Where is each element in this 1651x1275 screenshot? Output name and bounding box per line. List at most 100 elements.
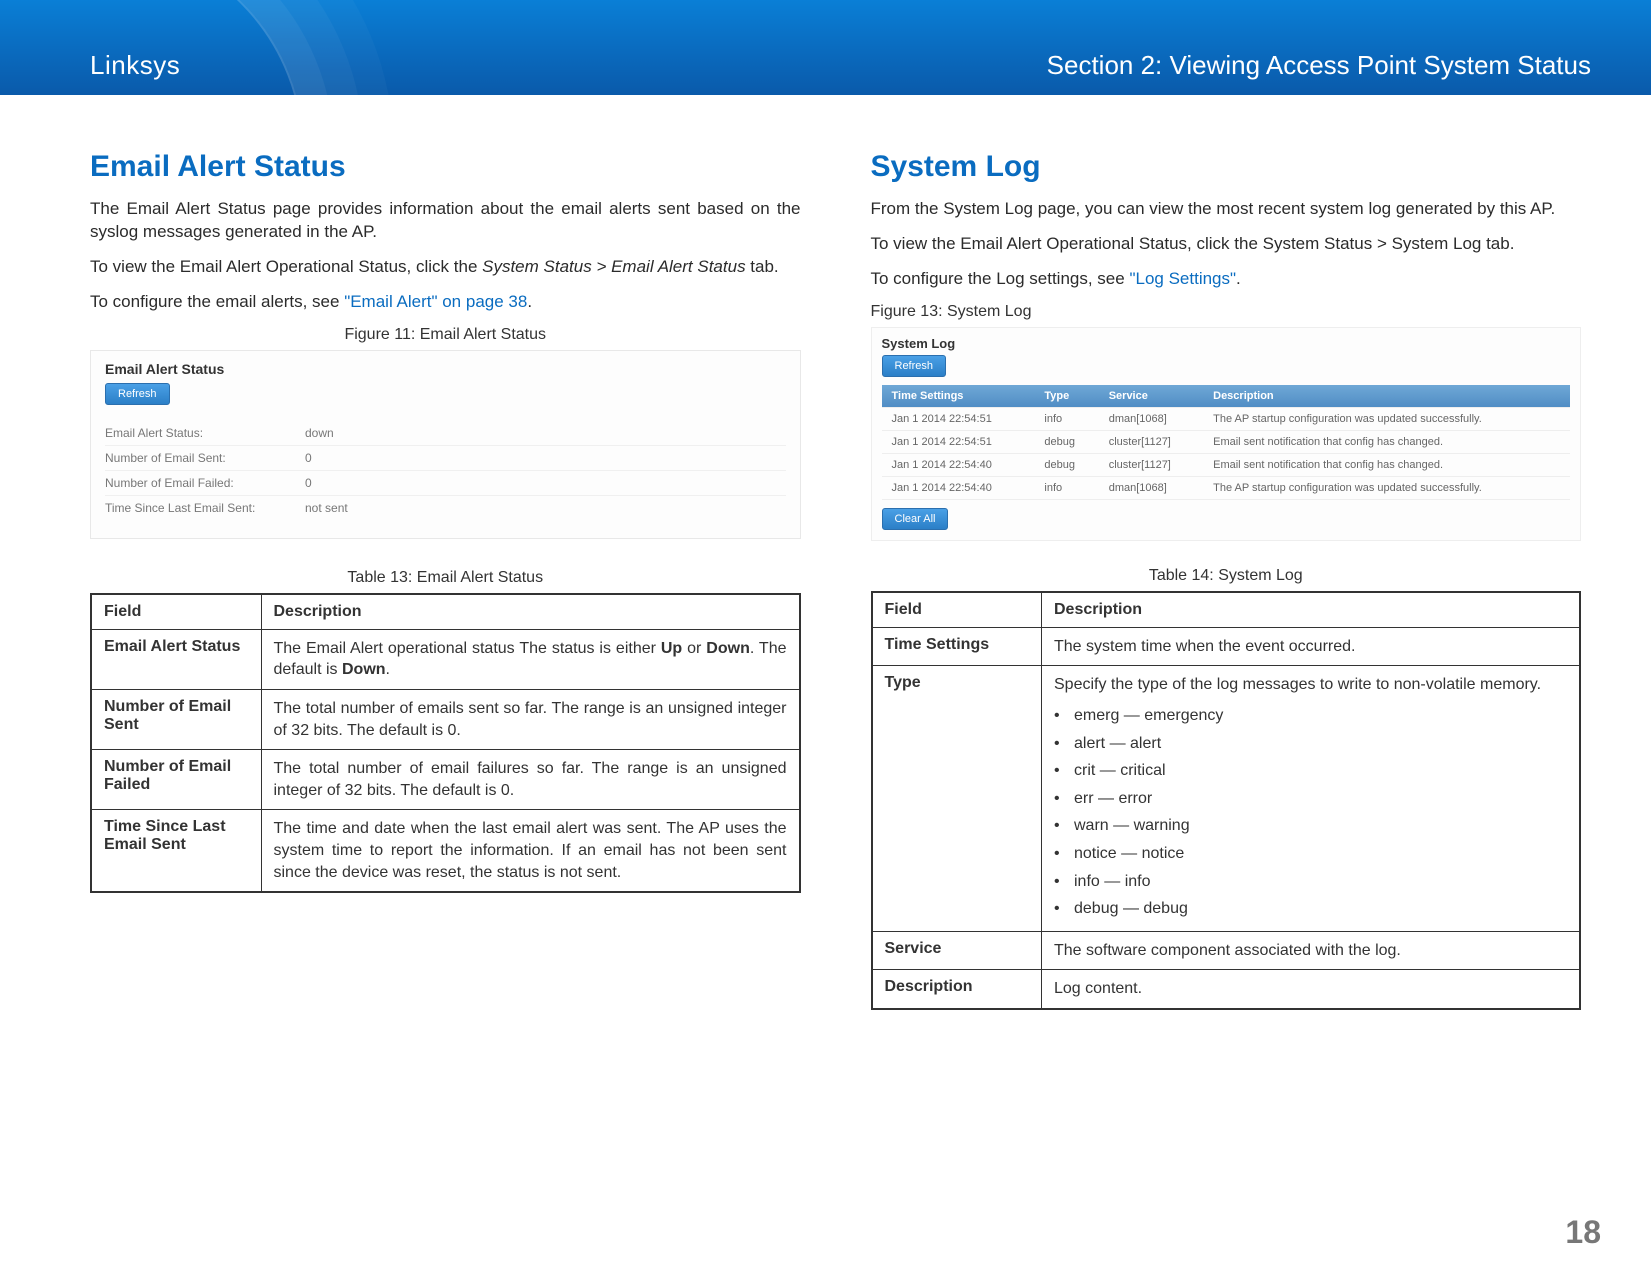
path-text: System Status > Email Alert Status xyxy=(482,257,745,276)
link-log-settings[interactable]: "Log Settings" xyxy=(1129,269,1236,288)
log-row: Jan 1 2014 22:54:40 debug cluster[1127] … xyxy=(882,453,1571,476)
page-header: Linksys Section 2: Viewing Access Point … xyxy=(0,0,1651,95)
page-number: 18 xyxy=(1565,1214,1601,1251)
cell-description: The time and date when the last email al… xyxy=(261,810,800,892)
cell-field: Description xyxy=(872,970,1042,1009)
table-caption: Table 13: Email Alert Status xyxy=(90,569,801,587)
figure-caption: Figure 11: Email Alert Status xyxy=(90,326,801,344)
table-row: Time Settings The system time when the e… xyxy=(872,627,1581,666)
cell-field: Type xyxy=(872,666,1042,931)
refresh-button[interactable]: Refresh xyxy=(105,383,170,405)
table-row: Number of Email Sent The total number of… xyxy=(91,689,800,749)
figure-caption: Figure 13: System Log xyxy=(871,303,1582,321)
cell-field: Time Settings xyxy=(872,627,1042,666)
list-item: info — info xyxy=(1054,868,1567,896)
cell-time: Jan 1 2014 22:54:40 xyxy=(882,476,1035,499)
figure-email-alert-status: Email Alert Status Refresh Email Alert S… xyxy=(90,350,801,539)
table-row: Service The software component associate… xyxy=(872,931,1581,970)
cell-time: Jan 1 2014 22:54:40 xyxy=(882,453,1035,476)
log-table: Time Settings Type Service Description J… xyxy=(882,385,1571,500)
text: The Email Alert operational status The s… xyxy=(274,640,661,657)
text: Specify the type of the log messages to … xyxy=(1054,676,1541,693)
paragraph: From the System Log page, you can view t… xyxy=(871,198,1582,221)
col-header-description: Description xyxy=(1203,385,1570,408)
log-row: Jan 1 2014 22:54:51 info dman[1068] The … xyxy=(882,407,1571,430)
text: or xyxy=(682,640,706,657)
cell-field: Number of Email Sent xyxy=(91,689,261,749)
cell-type: debug xyxy=(1034,453,1098,476)
text: . xyxy=(1236,269,1241,288)
status-row: Number of Email Failed: 0 xyxy=(105,470,786,495)
paragraph: To configure the email alerts, see "Emai… xyxy=(90,291,801,314)
col-header-description: Description xyxy=(261,594,800,630)
cell-type: debug xyxy=(1034,430,1098,453)
paragraph: To view the Email Alert Operational Stat… xyxy=(90,256,801,279)
value: 0 xyxy=(305,476,312,490)
text: To configure the email alerts, see xyxy=(90,292,344,311)
col-header-time: Time Settings xyxy=(882,385,1035,408)
col-header-field: Field xyxy=(91,594,261,630)
table-row: Description Log content. xyxy=(872,970,1581,1009)
cell-field: Service xyxy=(872,931,1042,970)
log-row: Jan 1 2014 22:54:51 debug cluster[1127] … xyxy=(882,430,1571,453)
col-header-type: Type xyxy=(1034,385,1098,408)
list-item: alert — alert xyxy=(1054,730,1567,758)
cell-description: Log content. xyxy=(1042,970,1581,1009)
cell-field: Email Alert Status xyxy=(91,629,261,689)
link-email-alert-page38[interactable]: "Email Alert" on page 38 xyxy=(344,292,527,311)
cell-service: cluster[1127] xyxy=(1099,430,1203,453)
cell-desc: Email sent notification that config has … xyxy=(1203,430,1570,453)
text: . xyxy=(386,661,390,678)
cell-type: info xyxy=(1034,476,1098,499)
figure-title: Email Alert Status xyxy=(105,361,786,377)
list-item: debug — debug xyxy=(1054,895,1567,923)
label: Number of Email Failed: xyxy=(105,476,285,490)
paragraph: To view the Email Alert Operational Stat… xyxy=(871,233,1582,256)
table-caption: Table 14: System Log xyxy=(871,567,1582,585)
type-list: emerg — emergency alert — alert crit — c… xyxy=(1054,702,1567,923)
label: Number of Email Sent: xyxy=(105,451,285,465)
list-item: emerg — emergency xyxy=(1054,702,1567,730)
table-email-alert-status: Field Description Email Alert Status The… xyxy=(90,593,801,893)
cell-description: Specify the type of the log messages to … xyxy=(1042,666,1581,931)
cell-service: dman[1068] xyxy=(1099,476,1203,499)
paragraph: To configure the Log settings, see "Log … xyxy=(871,268,1582,291)
text: . xyxy=(527,292,532,311)
figure-system-log: System Log Refresh Time Settings Type Se… xyxy=(871,327,1582,541)
list-item: crit — critical xyxy=(1054,757,1567,785)
paragraph: The Email Alert Status page provides inf… xyxy=(90,198,801,244)
cell-desc: The AP startup configuration was updated… xyxy=(1203,407,1570,430)
section-title: Section 2: Viewing Access Point System S… xyxy=(1047,50,1591,81)
status-row: Time Since Last Email Sent: not sent xyxy=(105,495,786,520)
log-row: Jan 1 2014 22:54:40 info dman[1068] The … xyxy=(882,476,1571,499)
label: Time Since Last Email Sent: xyxy=(105,501,285,515)
text-bold: Up xyxy=(661,640,682,657)
col-header-field: Field xyxy=(872,592,1042,628)
cell-desc: The AP startup configuration was updated… xyxy=(1203,476,1570,499)
value: not sent xyxy=(305,501,348,515)
cell-service: cluster[1127] xyxy=(1099,453,1203,476)
clear-all-button[interactable]: Clear All xyxy=(882,508,949,530)
left-column: Email Alert Status The Email Alert Statu… xyxy=(90,150,801,1010)
cell-description: The total number of emails sent so far. … xyxy=(261,689,800,749)
brand-logo: Linksys xyxy=(90,50,180,81)
cell-type: info xyxy=(1034,407,1098,430)
list-item: notice — notice xyxy=(1054,840,1567,868)
status-row: Email Alert Status: down xyxy=(105,421,786,445)
status-row: Number of Email Sent: 0 xyxy=(105,445,786,470)
table-system-log: Field Description Time Settings The syst… xyxy=(871,591,1582,1010)
cell-field: Number of Email Failed xyxy=(91,750,261,810)
cell-description: The total number of email failures so fa… xyxy=(261,750,800,810)
value: down xyxy=(305,426,334,440)
right-column: System Log From the System Log page, you… xyxy=(871,150,1582,1010)
list-item: warn — warning xyxy=(1054,812,1567,840)
table-row: Number of Email Failed The total number … xyxy=(91,750,800,810)
text: tab. xyxy=(746,257,779,276)
table-row: Time Since Last Email Sent The time and … xyxy=(91,810,800,892)
refresh-button[interactable]: Refresh xyxy=(882,355,947,377)
heading-system-log: System Log xyxy=(871,150,1582,184)
cell-service: dman[1068] xyxy=(1099,407,1203,430)
cell-description: The software component associated with t… xyxy=(1042,931,1581,970)
text-bold: Down xyxy=(342,661,386,678)
label: Email Alert Status: xyxy=(105,426,285,440)
